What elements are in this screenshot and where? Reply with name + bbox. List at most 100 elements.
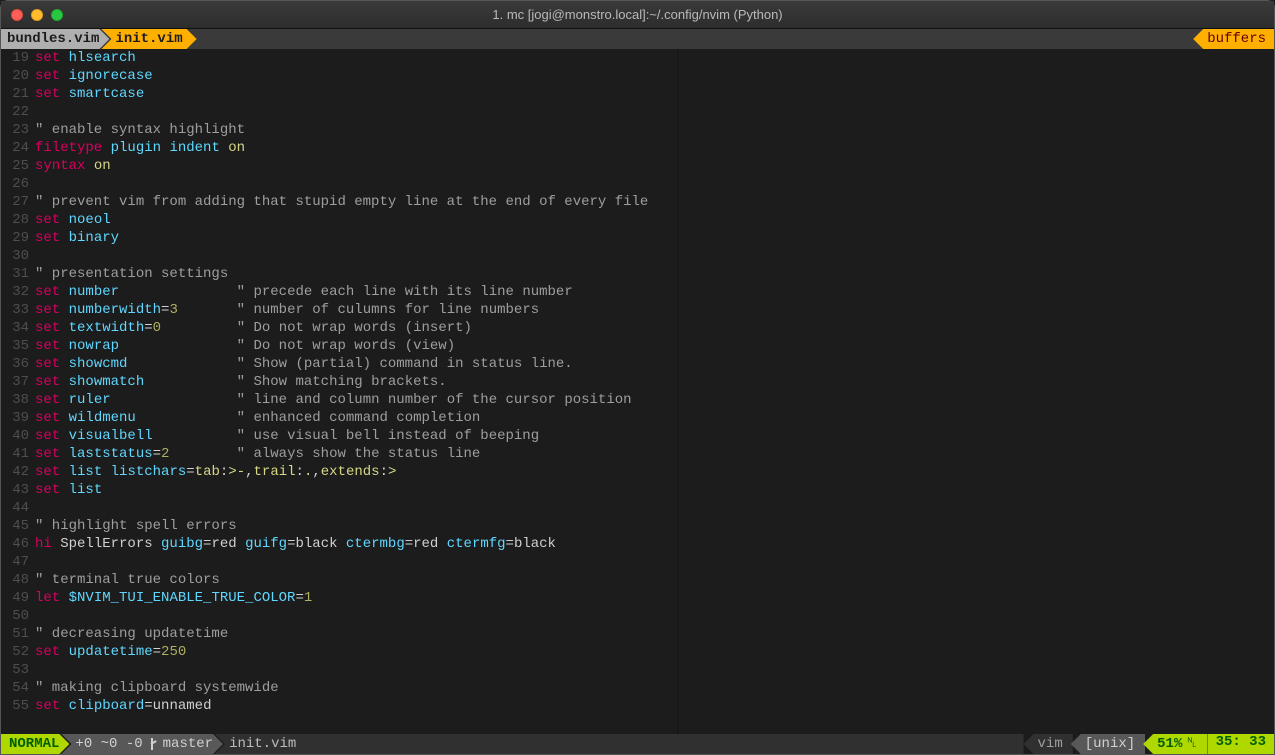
- code-line[interactable]: " presentation settings: [35, 265, 677, 283]
- code-line[interactable]: set nowrap " Do not wrap words (view): [35, 337, 677, 355]
- code-line[interactable]: hi SpellErrors guibg=red guifg=black cte…: [35, 535, 677, 553]
- code-line[interactable]: let $NVIM_TUI_ENABLE_TRUE_COLOR=1: [35, 589, 677, 607]
- line-number: 25: [1, 157, 29, 175]
- code-line[interactable]: set list listchars=tab:>-,trail:.,extend…: [35, 463, 677, 481]
- encoding-label: [unix]: [1085, 736, 1135, 752]
- line-number: 51: [1, 625, 29, 643]
- tab-label: init.vim: [115, 31, 182, 47]
- tab-bundles-vim[interactable]: bundles.vim: [1, 29, 109, 49]
- line-number: 45: [1, 517, 29, 535]
- code-line[interactable]: set ruler " line and column number of th…: [35, 391, 677, 409]
- line-number: 49: [1, 589, 29, 607]
- code-line[interactable]: set wildmenu " enhanced command completi…: [35, 409, 677, 427]
- code-line[interactable]: [35, 661, 677, 679]
- line-number: 35: [1, 337, 29, 355]
- code-line[interactable]: [35, 607, 677, 625]
- code-line[interactable]: " making clipboard systemwide: [35, 679, 677, 697]
- line-number: 41: [1, 445, 29, 463]
- code-line[interactable]: set noeol: [35, 211, 677, 229]
- editor-split-left[interactable]: 1920212223242526272829303132333435363738…: [1, 49, 677, 734]
- code-line[interactable]: set laststatus=2 " always show the statu…: [35, 445, 677, 463]
- window-title: 1. mc [jogi@monstro.local]:~/.config/nvi…: [1, 7, 1274, 22]
- line-number: 50: [1, 607, 29, 625]
- code-line[interactable]: [35, 175, 677, 193]
- traffic-lights: [11, 9, 63, 21]
- code-line[interactable]: " decreasing updatetime: [35, 625, 677, 643]
- filetype-label: vim: [1038, 736, 1063, 752]
- minimize-icon[interactable]: [31, 9, 43, 21]
- close-icon[interactable]: [11, 9, 23, 21]
- position-label: 35: 33: [1216, 734, 1266, 750]
- zoom-icon[interactable]: [51, 9, 63, 21]
- code-line[interactable]: filetype plugin indent on: [35, 139, 677, 157]
- line-number: 22: [1, 103, 29, 121]
- line-number: 26: [1, 175, 29, 193]
- mode-segment: NORMAL: [1, 734, 69, 754]
- tab-init-vim[interactable]: init.vim: [101, 29, 196, 49]
- code-line[interactable]: set smartcase: [35, 85, 677, 103]
- git-segment: +0 ~0 -0 master: [61, 734, 223, 754]
- line-number: 38: [1, 391, 29, 409]
- code-content[interactable]: set hlsearchset ignorecaseset smartcase "…: [35, 49, 677, 715]
- editor-split-right[interactable]: [679, 49, 1274, 734]
- line-number: 33: [1, 301, 29, 319]
- line-number: 30: [1, 247, 29, 265]
- code-line[interactable]: set updatetime=250: [35, 643, 677, 661]
- line-number: 42: [1, 463, 29, 481]
- code-line[interactable]: set list: [35, 481, 677, 499]
- line-number: 55: [1, 697, 29, 715]
- line-number: 28: [1, 211, 29, 229]
- line-number: 48: [1, 571, 29, 589]
- line-number: 21: [1, 85, 29, 103]
- line-number: 32: [1, 283, 29, 301]
- git-branch: master: [163, 736, 213, 752]
- code-line[interactable]: set ignorecase: [35, 67, 677, 85]
- code-line[interactable]: set showmatch " Show matching brackets.: [35, 373, 677, 391]
- line-number: 20: [1, 67, 29, 85]
- branch-icon: [149, 738, 159, 750]
- line-icon: ␤: [1186, 736, 1197, 752]
- encoding-segment: [unix]: [1071, 734, 1145, 754]
- buffers-label: buffers: [1207, 31, 1266, 47]
- code-line[interactable]: " highlight spell errors: [35, 517, 677, 535]
- file-segment: init.vim: [215, 734, 1023, 754]
- line-number: 27: [1, 193, 29, 211]
- code-line[interactable]: set number " precede each line with its …: [35, 283, 677, 301]
- code-line[interactable]: set numberwidth=3 " number of culumns fo…: [35, 301, 677, 319]
- mode-label: NORMAL: [9, 736, 59, 752]
- percent-segment: 51% ␤: [1143, 734, 1207, 754]
- code-line[interactable]: set textwidth=0 " Do not wrap words (ins…: [35, 319, 677, 337]
- line-number: 37: [1, 373, 29, 391]
- line-number: 40: [1, 427, 29, 445]
- code-line[interactable]: " enable syntax highlight: [35, 121, 677, 139]
- git-stats: +0 ~0 -0: [75, 736, 142, 752]
- line-number: 36: [1, 355, 29, 373]
- code-line[interactable]: set showcmd " Show (partial) command in …: [35, 355, 677, 373]
- line-number: 52: [1, 643, 29, 661]
- line-number: 34: [1, 319, 29, 337]
- line-number-gutter: 1920212223242526272829303132333435363738…: [1, 49, 29, 715]
- line-number: 47: [1, 553, 29, 571]
- statusline: NORMAL +0 ~0 -0 master init.vim vim [uni…: [1, 734, 1274, 754]
- editor-area[interactable]: 1920212223242526272829303132333435363738…: [1, 49, 1274, 734]
- code-line[interactable]: set binary: [35, 229, 677, 247]
- code-line[interactable]: " terminal true colors: [35, 571, 677, 589]
- buffers-indicator[interactable]: buffers: [1193, 29, 1274, 49]
- code-line[interactable]: syntax on: [35, 157, 677, 175]
- code-line[interactable]: [35, 553, 677, 571]
- tab-label: bundles.vim: [7, 31, 99, 47]
- window-titlebar: 1. mc [jogi@monstro.local]:~/.config/nvi…: [1, 1, 1274, 29]
- filetype-segment: vim: [1024, 734, 1073, 754]
- code-line[interactable]: [35, 103, 677, 121]
- line-number: 43: [1, 481, 29, 499]
- code-line[interactable]: " prevent vim from adding that stupid em…: [35, 193, 677, 211]
- code-line[interactable]: set visualbell " use visual bell instead…: [35, 427, 677, 445]
- code-line[interactable]: set hlsearch: [35, 49, 677, 67]
- code-line[interactable]: [35, 499, 677, 517]
- line-number: 54: [1, 679, 29, 697]
- code-line[interactable]: set clipboard=unnamed: [35, 697, 677, 715]
- line-number: 46: [1, 535, 29, 553]
- line-number: 44: [1, 499, 29, 517]
- percent-label: 51%: [1157, 736, 1182, 752]
- code-line[interactable]: [35, 247, 677, 265]
